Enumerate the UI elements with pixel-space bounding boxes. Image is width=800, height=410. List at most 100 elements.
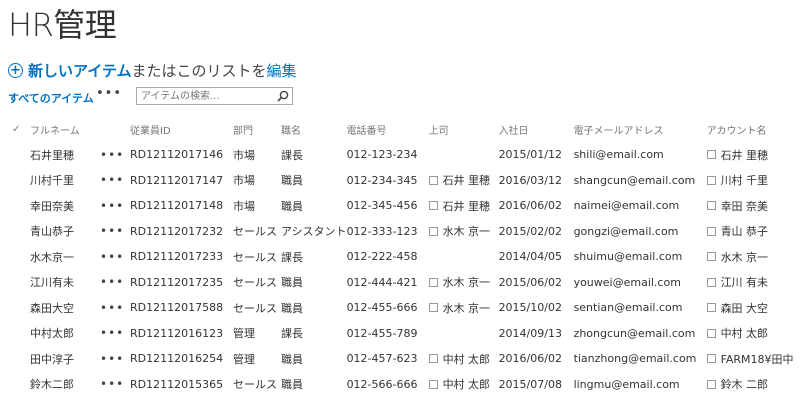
table-row[interactable]: 石井里穂 ••• RD12112017146 市場 課長 012-123-234 2015/…: [8, 142, 794, 168]
department-link[interactable]: 市場: [233, 142, 281, 168]
row-select-cell[interactable]: [8, 219, 30, 245]
edit-list-link[interactable]: 編集: [267, 60, 297, 81]
fullname-cell[interactable]: 水木京一: [30, 244, 100, 270]
manager-name[interactable]: 中村 太郎: [443, 353, 491, 366]
job-title-link[interactable]: 職員: [281, 193, 347, 219]
fullname-cell[interactable]: 青山恭子: [30, 219, 100, 245]
row-menu-ellipsis-icon[interactable]: •••: [100, 295, 130, 321]
account-name[interactable]: 中村 太郎: [721, 327, 769, 340]
row-menu-ellipsis-icon[interactable]: •••: [100, 321, 130, 347]
account-name[interactable]: FARM18¥田中: [721, 353, 794, 366]
plus-circle-icon[interactable]: +: [8, 62, 23, 78]
row-menu-ellipsis-icon[interactable]: •••: [100, 219, 130, 245]
table-row[interactable]: 青山恭子 ••• RD12112017232 セールス アシスタント 012-333-12…: [8, 219, 794, 245]
ellipsis-icon[interactable]: •••: [100, 301, 124, 315]
row-menu-ellipsis-icon[interactable]: •••: [100, 270, 130, 296]
fullname-cell[interactable]: 幸田奈美: [30, 193, 100, 219]
manager-name[interactable]: 中村 太郎: [443, 378, 491, 391]
email-link[interactable]: shangcun@email.com: [574, 168, 707, 194]
fullname-cell[interactable]: 川村千里: [30, 168, 100, 194]
job-title-link[interactable]: 職員: [281, 346, 347, 372]
row-select-cell[interactable]: [8, 346, 30, 372]
row-menu-ellipsis-icon[interactable]: •••: [100, 372, 130, 398]
email-link[interactable]: youwei@email.com: [574, 270, 707, 296]
manager-name[interactable]: 水木 京一: [443, 225, 491, 238]
email-link[interactable]: lingmu@email.com: [574, 372, 707, 398]
ellipsis-icon[interactable]: •••: [100, 275, 124, 289]
table-row[interactable]: 田中淳子 ••• RD12112016254 管理 職員 012-457-623 中村 太郎…: [8, 346, 794, 372]
account-name[interactable]: 江川 有未: [721, 276, 769, 289]
account-name[interactable]: 石井 里穂: [721, 149, 769, 162]
ellipsis-icon[interactable]: •••: [100, 352, 124, 366]
job-title-link[interactable]: アシスタント: [281, 219, 347, 245]
ellipsis-icon[interactable]: •••: [100, 326, 124, 340]
ellipsis-icon[interactable]: •••: [100, 173, 124, 187]
email-link[interactable]: shuimu@email.com: [574, 244, 707, 270]
department-link[interactable]: セールス: [233, 219, 281, 245]
job-title-link[interactable]: 職員: [281, 270, 347, 296]
row-select-cell[interactable]: [8, 295, 30, 321]
row-select-cell[interactable]: [8, 168, 30, 194]
column-header-job-title[interactable]: 職名: [281, 116, 347, 142]
email-link[interactable]: naimei@email.com: [574, 193, 707, 219]
account-name[interactable]: 川村 千里: [721, 174, 769, 187]
email-link[interactable]: sentian@email.com: [574, 295, 707, 321]
column-header-employee-id[interactable]: 従業員ID: [130, 116, 233, 142]
table-row[interactable]: 幸田奈美 ••• RD12112017148 市場 職員 012-345-456 石井 里穂…: [8, 193, 794, 219]
account-name[interactable]: 森田 大空: [721, 302, 769, 315]
department-link[interactable]: 管理: [233, 321, 281, 347]
column-header-phone[interactable]: 電話番号: [347, 116, 429, 142]
search-input[interactable]: [141, 89, 271, 103]
row-select-cell[interactable]: [8, 321, 30, 347]
table-row[interactable]: 森田大空 ••• RD12112017588 セールス 職員 012-455-666 水木 …: [8, 295, 794, 321]
view-more-ellipsis-icon[interactable]: •••: [96, 86, 122, 101]
row-menu-ellipsis-icon[interactable]: •••: [100, 168, 130, 194]
manager-name[interactable]: 水木 京一: [443, 302, 491, 315]
table-row[interactable]: 江川有未 ••• RD12112017235 セールス 職員 012-444-421 水木 …: [8, 270, 794, 296]
account-name[interactable]: 鈴木 二郎: [721, 378, 769, 391]
ellipsis-icon[interactable]: •••: [100, 377, 124, 391]
department-link[interactable]: セールス: [233, 270, 281, 296]
column-header-manager[interactable]: 上司: [429, 116, 499, 142]
ellipsis-icon[interactable]: •••: [100, 250, 124, 264]
row-select-cell[interactable]: [8, 372, 30, 398]
column-header-email[interactable]: 電子メールアドレス: [574, 116, 707, 142]
department-link[interactable]: セールス: [233, 372, 281, 398]
new-item-link[interactable]: 新しいアイテム: [28, 60, 132, 81]
department-link[interactable]: 管理: [233, 346, 281, 372]
row-menu-ellipsis-icon[interactable]: •••: [100, 244, 130, 270]
ellipsis-icon[interactable]: •••: [100, 148, 124, 162]
job-title-link[interactable]: 職員: [281, 295, 347, 321]
manager-name[interactable]: 水木 京一: [443, 276, 491, 289]
column-header-department[interactable]: 部門: [233, 116, 281, 142]
fullname-cell[interactable]: 鈴木二郎: [30, 372, 100, 398]
email-link[interactable]: zhongcun@email.com: [574, 321, 707, 347]
department-link[interactable]: セールス: [233, 295, 281, 321]
column-header-hire-date[interactable]: 入社日: [499, 116, 574, 142]
row-select-cell[interactable]: [8, 193, 30, 219]
job-title-link[interactable]: 職員: [281, 372, 347, 398]
fullname-cell[interactable]: 田中淳子: [30, 346, 100, 372]
row-menu-ellipsis-icon[interactable]: •••: [100, 193, 130, 219]
select-all-checkmark-icon[interactable]: ✓: [8, 116, 30, 142]
email-link[interactable]: shili@email.com: [574, 142, 707, 168]
department-link[interactable]: 市場: [233, 168, 281, 194]
row-select-cell[interactable]: [8, 270, 30, 296]
view-all-items-link[interactable]: すべてのアイテム: [8, 90, 94, 106]
row-menu-ellipsis-icon[interactable]: •••: [100, 142, 130, 168]
row-menu-ellipsis-icon[interactable]: •••: [100, 346, 130, 372]
table-row[interactable]: 鈴木二郎 ••• RD12112015365 セールス 職員 012-566-666 中村 …: [8, 372, 794, 398]
email-link[interactable]: tianzhong@email.com: [574, 346, 707, 372]
manager-name[interactable]: 石井 里穂: [443, 174, 491, 187]
search-icon[interactable]: [277, 90, 289, 102]
column-header-account[interactable]: アカウント名: [707, 116, 794, 142]
job-title-link[interactable]: 課長: [281, 142, 347, 168]
department-link[interactable]: 市場: [233, 193, 281, 219]
ellipsis-icon[interactable]: •••: [100, 199, 124, 213]
table-row[interactable]: 水木京一 ••• RD12112017233 セールス 課長 012-222-458 201…: [8, 244, 794, 270]
fullname-cell[interactable]: 石井里穂: [30, 142, 100, 168]
column-header-fullname[interactable]: フルネーム: [30, 116, 100, 142]
job-title-link[interactable]: 職員: [281, 168, 347, 194]
account-name[interactable]: 水木 京一: [721, 251, 769, 264]
table-row[interactable]: 中村太郎 ••• RD12112016123 管理 課長 012-455-789 2014/…: [8, 321, 794, 347]
